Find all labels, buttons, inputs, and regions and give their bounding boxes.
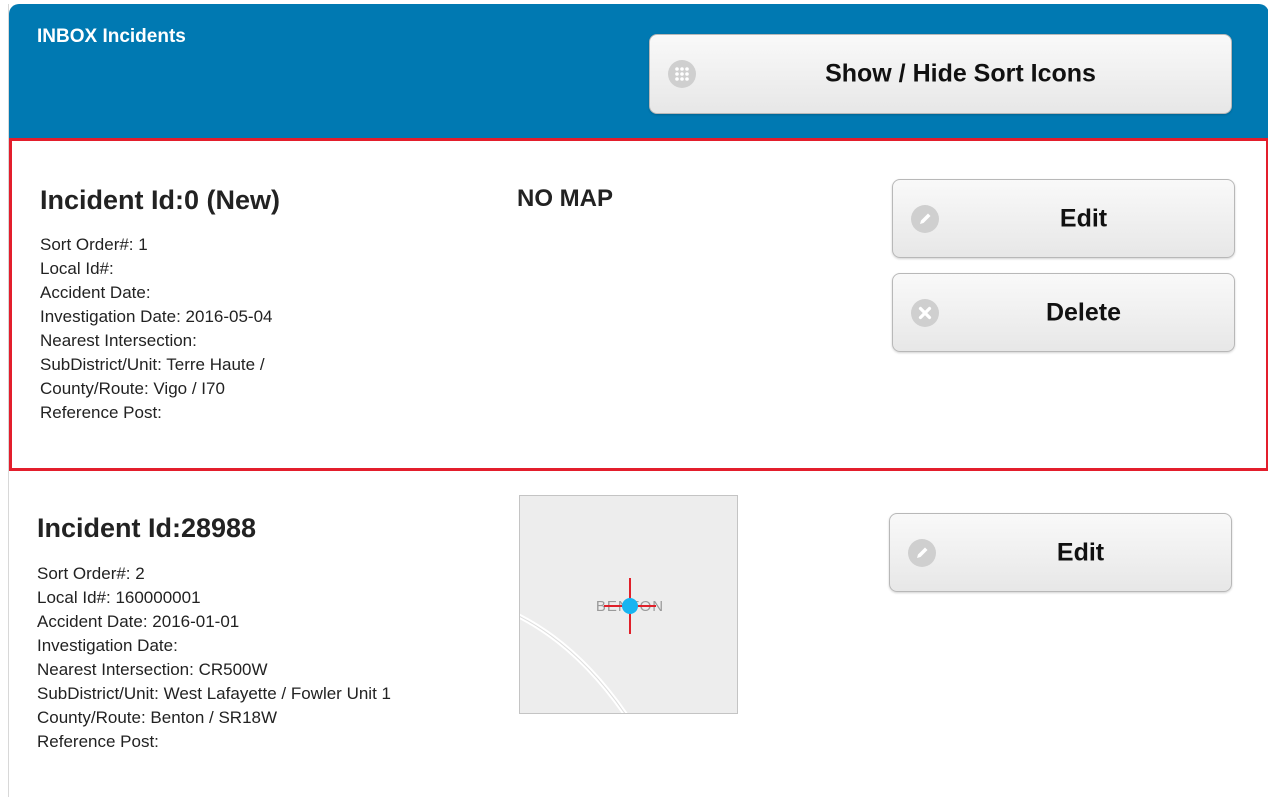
- field-sort-order: Sort Order#: 1: [40, 235, 148, 254]
- incident-card-selected[interactable]: Incident Id:0 (New) Sort Order#: 1 Local…: [9, 138, 1268, 471]
- field-county-route: County/Route: Benton / SR18W: [37, 708, 278, 727]
- edit-button-label: Edit: [1056, 538, 1105, 566]
- no-map-label: NO MAP: [517, 185, 613, 212]
- field-accident-date: Accident Date: 2016-01-01: [37, 612, 240, 631]
- field-investigation-date: Investigation Date:: [37, 636, 178, 655]
- field-reference-post: Reference Post:: [37, 732, 159, 751]
- field-investigation-date: Investigation Date: 2016-05-04: [40, 307, 273, 326]
- field-local-id: Local Id#: 160000001: [37, 588, 201, 607]
- field-subdistrict-unit: SubDistrict/Unit: West Lafayette / Fowle…: [37, 684, 391, 703]
- field-subdistrict-unit: SubDistrict/Unit: Terre Haute /: [40, 355, 265, 374]
- edit-button[interactable]: Edit: [892, 179, 1235, 258]
- header-bar: INBOX Incidents Show / Hide Sort Icons: [9, 4, 1268, 138]
- delete-button-label: Delete: [1045, 298, 1122, 326]
- field-nearest-intersection: Nearest Intersection:: [40, 331, 197, 350]
- page-title: INBOX Incidents: [37, 26, 186, 47]
- field-local-id: Local Id#:: [40, 259, 114, 278]
- location-marker: [622, 598, 638, 614]
- map-graphic: BENTON: [520, 578, 663, 713]
- field-nearest-intersection: Nearest Intersection: CR500W: [37, 660, 268, 679]
- incident-title: Incident Id:28988: [37, 513, 257, 543]
- incident-card[interactable]: Incident Id:28988 Sort Order#: 2 Local I…: [9, 471, 1268, 797]
- field-county-route: County/Route: Vigo / I70: [40, 379, 225, 398]
- field-reference-post: Reference Post:: [40, 403, 162, 422]
- sort-button-label: Show / Hide Sort Icons: [825, 59, 1096, 88]
- map-thumbnail[interactable]: BENTON: [519, 495, 738, 714]
- app-window: INBOX Incidents Show / Hide Sort Icons I…: [8, 4, 1268, 797]
- delete-button[interactable]: Delete: [892, 273, 1235, 352]
- incident-title: Incident Id:0 (New): [40, 185, 281, 215]
- edit-button[interactable]: Edit: [889, 513, 1232, 592]
- field-sort-order: Sort Order#: 2: [37, 564, 145, 583]
- edit-button-label: Edit: [1059, 204, 1108, 232]
- show-hide-sort-icons-button[interactable]: Show / Hide Sort Icons: [649, 34, 1232, 114]
- field-accident-date: Accident Date:: [40, 283, 151, 302]
